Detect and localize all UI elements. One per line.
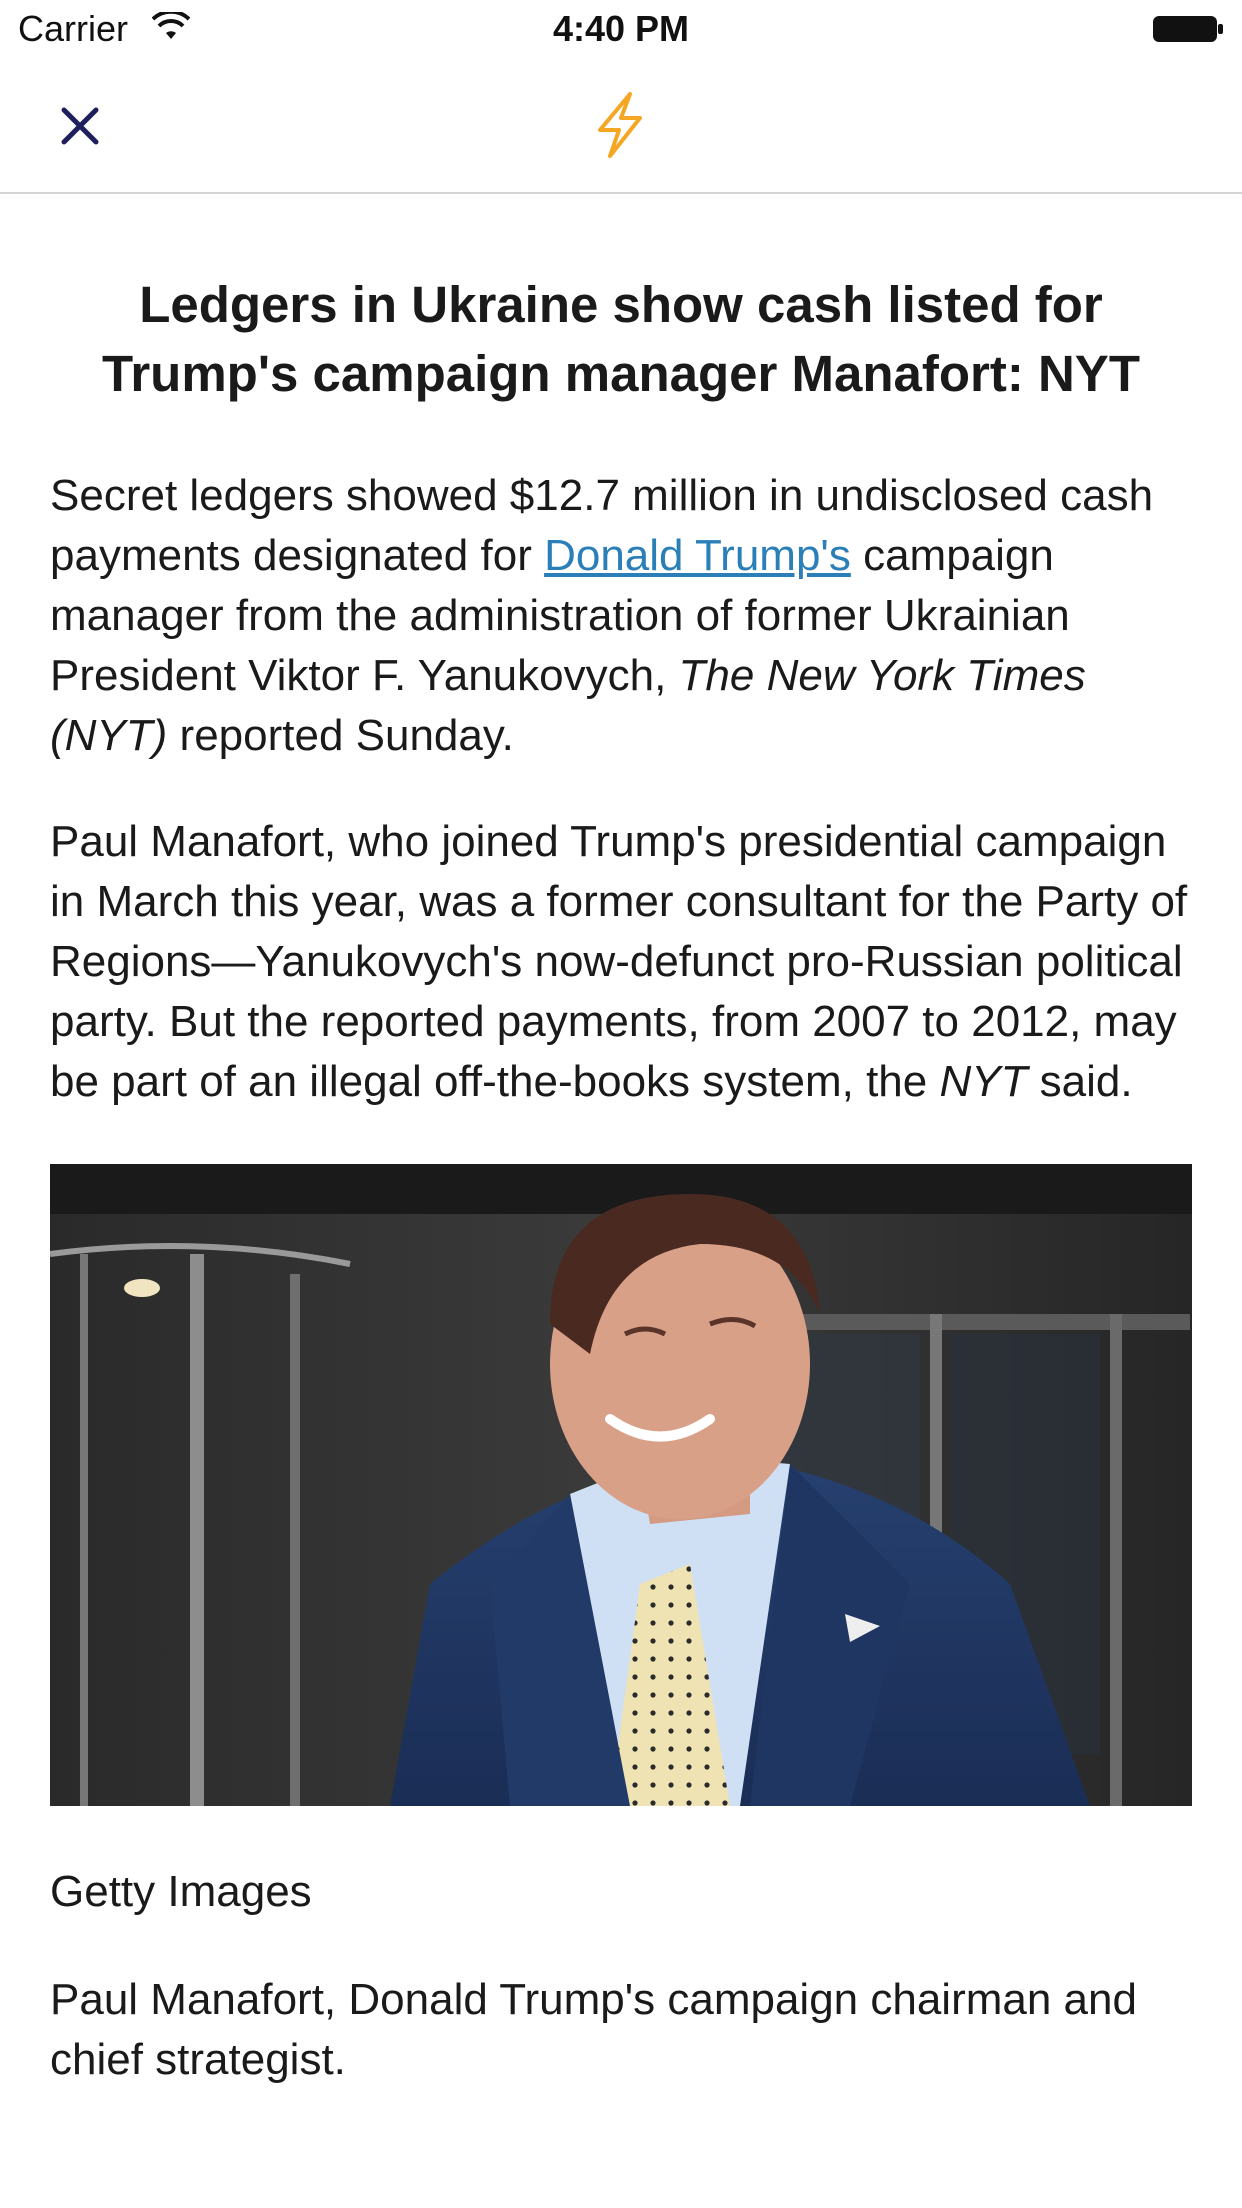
image-credit: Getty Images (50, 1867, 312, 1916)
article-paragraph-2: Paul Manafort, who joined Trump's presid… (50, 817, 1188, 1106)
article-photo (50, 1164, 1192, 1806)
article-body: Ledgers in Ukraine show cash listed for … (50, 270, 1192, 2134)
close-icon (61, 107, 99, 145)
image-caption: Paul Manafort, Donald Trump's campaign c… (50, 1975, 1137, 2084)
close-button[interactable] (48, 94, 112, 158)
donald-trump-link[interactable]: Donald Trump's (544, 531, 851, 580)
article-paragraph-1: Secret ledgers showed $12.7 million in u… (50, 471, 1154, 760)
status-time: 4:40 PM (552, 8, 690, 49)
lightning-bolt-icon (598, 92, 642, 158)
nav-bar (0, 62, 1242, 194)
status-bar: Carrier 4:40 PM (0, 0, 1242, 62)
battery-icon (1153, 16, 1223, 42)
article-headline: Ledgers in Ukraine show cash listed for … (102, 276, 1140, 402)
